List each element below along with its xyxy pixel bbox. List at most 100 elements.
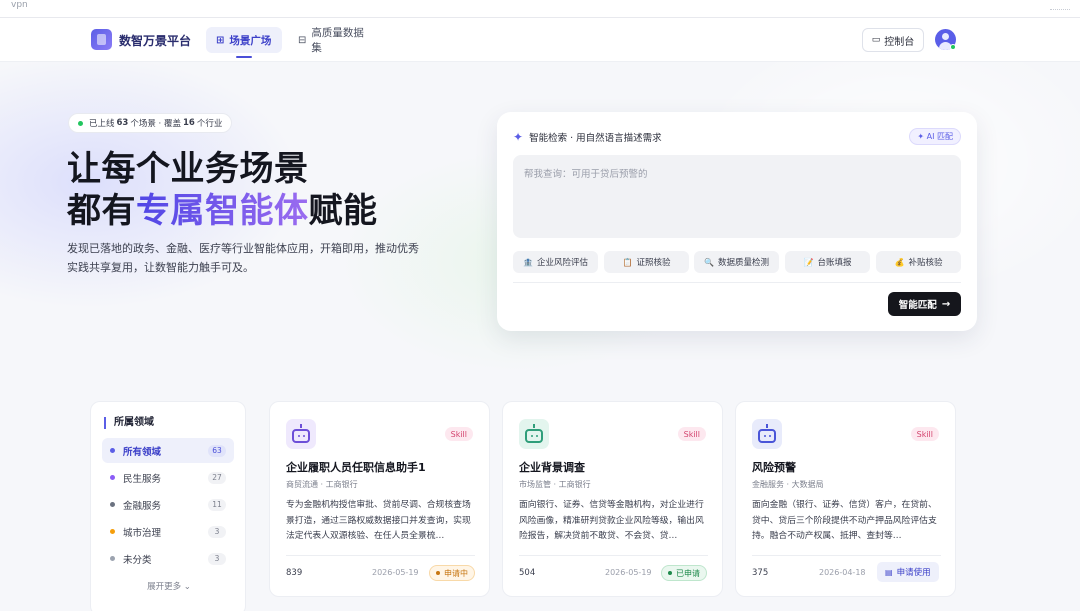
stat-scene-count: 63 bbox=[116, 118, 129, 128]
card-meta: 金融服务 · 大数据局 bbox=[752, 480, 824, 489]
domain-filter-sidebar: 所属领域 所有领域 63 民生服务 27 金融服务 11 城市治理 3 未分类 … bbox=[90, 401, 246, 611]
smart-match-button[interactable]: 智能匹配 → bbox=[888, 292, 961, 316]
card-description: 面向银行、证券、信贷等金融机构，对企业进行风险画像，精准研判贷款企业风险等级，输… bbox=[519, 500, 704, 541]
sidebar-item-all-domains[interactable]: 所有领域 63 bbox=[102, 438, 234, 463]
domain-dot-icon bbox=[110, 529, 115, 534]
chip-label: 补贴核验 bbox=[908, 258, 943, 268]
robot-icon bbox=[286, 419, 316, 449]
card-title[interactable]: 企业背景调查 bbox=[519, 459, 585, 475]
card-description: 专为金融机构授信审批、贷前尽调、合规核查场景打造，通过三路权威数据接口并发查询，… bbox=[286, 500, 471, 541]
card-date: 2026-05-19 bbox=[605, 568, 652, 577]
title-accent: 专属智能体 bbox=[136, 191, 309, 231]
smart-search-card: ✦ 智能检索 · 用自然语言描述需求 ✦ AI 匹配 🏦 企业风险评估 📋 证照… bbox=[497, 112, 977, 331]
card-description: 面向金融（银行、证券、信贷）客户，在贷前、贷中、贷后三个阶段提供不动产押品风险评… bbox=[752, 500, 937, 541]
grid-icon: ⊞ bbox=[216, 34, 225, 46]
sidebar-item-label: 未分类 bbox=[123, 554, 152, 566]
stats-pill: 已上线 63 个场景 · 覆盖 16 个行业 bbox=[68, 113, 233, 133]
sidebar-item-label: 城市治理 bbox=[123, 527, 162, 539]
domain-dot-icon bbox=[110, 475, 115, 480]
chip-label: 台账填报 bbox=[817, 258, 852, 268]
active-tab-indicator bbox=[236, 56, 252, 58]
status-badge: 申请中 bbox=[429, 565, 475, 581]
chip-subsidy-check[interactable]: 💰 补贴核验 bbox=[876, 251, 961, 273]
tab-label: 场景广场 bbox=[229, 34, 272, 47]
search-divider bbox=[513, 282, 961, 283]
query-input[interactable] bbox=[513, 155, 961, 238]
search-heading-text: 智能检索 · 用自然语言描述需求 bbox=[529, 133, 662, 144]
status-label: 已申请 bbox=[676, 568, 700, 578]
hero-description: 发现已落地的政务、金融、医疗等行业智能体应用，开箱即用，推动优秀实践共享复用，让… bbox=[67, 242, 419, 274]
count-badge: 11 bbox=[208, 498, 226, 511]
stat-mid: 个场景 · 覆盖 bbox=[130, 119, 181, 129]
skill-tag: Skill bbox=[677, 427, 706, 441]
arrow-right-icon: → bbox=[941, 298, 951, 310]
brand-logo-icon[interactable] bbox=[91, 29, 112, 50]
count-badge: 3 bbox=[208, 552, 226, 565]
chip-license-check[interactable]: 📋 证照核验 bbox=[604, 251, 689, 273]
memo-icon: 📝 bbox=[803, 257, 814, 267]
sidebar-item-label: 金融服务 bbox=[123, 500, 162, 512]
chip-data-quality[interactable]: 🔍 数据质量检测 bbox=[694, 251, 779, 273]
hero-title-line2: 都有专属智能体赋能 bbox=[67, 190, 378, 232]
domain-dot-icon bbox=[110, 502, 115, 507]
status-label: 申请中 bbox=[444, 568, 468, 578]
tab-scene-plaza[interactable]: ⊞ 场景广场 bbox=[206, 27, 282, 53]
apply-label: 申请使用 bbox=[896, 568, 931, 578]
skill-tag: Skill bbox=[910, 427, 939, 441]
tab-quality-datasets[interactable]: ⊟ 高质量数据集 bbox=[288, 27, 384, 54]
card-title[interactable]: 企业履职人员任职信息助手1 bbox=[286, 459, 426, 475]
sidebar-item-label: 所有领域 bbox=[123, 446, 162, 458]
sidebar-item-uncategorized[interactable]: 未分类 3 bbox=[102, 546, 234, 571]
monitor-icon: ▭ bbox=[871, 35, 881, 45]
live-dot-icon bbox=[78, 120, 83, 126]
search-heading: ✦ 智能检索 · 用自然语言描述需求 bbox=[513, 130, 662, 144]
scenario-card[interactable]: Skill 风险预警 金融服务 · 大数据局 面向金融（银行、证券、信贷）客户，… bbox=[735, 401, 956, 597]
expand-more-link[interactable]: 展开更多 ⌄ bbox=[91, 580, 247, 592]
brand-name[interactable]: 数智万景平台 bbox=[119, 32, 191, 49]
top-navbar: 数智万景平台 ⊞ 场景广场 ⊟ 高质量数据集 ▭ 控制台 bbox=[0, 18, 1080, 62]
ai-match-badge: ✦ AI 匹配 bbox=[909, 128, 961, 145]
status-dot-icon bbox=[436, 571, 440, 575]
robot-icon bbox=[519, 419, 549, 449]
domain-dot-icon bbox=[110, 556, 115, 561]
title-pre: 都有 bbox=[67, 191, 136, 231]
clipboard-icon: 📋 bbox=[622, 257, 633, 267]
chip-ledger-filling[interactable]: 📝 台账填报 bbox=[785, 251, 870, 273]
money-bag-icon: 💰 bbox=[894, 257, 905, 267]
stat-prefix: 已上线 bbox=[89, 119, 115, 129]
stat-suffix: 个行业 bbox=[196, 119, 223, 129]
count-badge: 3 bbox=[208, 525, 226, 538]
status-badge: 已申请 bbox=[661, 565, 707, 581]
browser-address-strip: vpn bbox=[0, 0, 1080, 18]
card-title[interactable]: 风险预警 bbox=[752, 459, 796, 475]
count-badge: 63 bbox=[208, 444, 226, 457]
sidebar-title: 所属领域 bbox=[104, 417, 154, 429]
apply-use-button[interactable]: ▤ 申请使用 bbox=[877, 562, 939, 582]
sparkle-icon: ✦ bbox=[513, 130, 524, 144]
document-icon: ▤ bbox=[885, 567, 893, 577]
console-button[interactable]: ▭ 控制台 bbox=[862, 28, 924, 52]
sidebar-item-city-governance[interactable]: 城市治理 3 bbox=[102, 519, 234, 544]
card-date: 2026-05-19 bbox=[372, 568, 419, 577]
hero-title-line1: 让每个业务场景 bbox=[67, 149, 309, 189]
view-count: 839 bbox=[286, 568, 303, 578]
chip-enterprise-risk[interactable]: 🏦 企业风险评估 bbox=[513, 251, 598, 273]
sidebar-item-livelihood[interactable]: 民生服务 27 bbox=[102, 465, 234, 490]
scenario-card[interactable]: Skill 企业背景调查 市场监管 · 工商银行 面向银行、证券、信贷等金融机构… bbox=[502, 401, 723, 597]
hero-title: 让每个业务场景 都有专属智能体赋能 bbox=[67, 148, 378, 232]
card-meta: 商贸流通 · 工商银行 bbox=[286, 480, 358, 489]
view-count: 504 bbox=[519, 568, 536, 578]
chip-label: 数据质量检测 bbox=[717, 258, 769, 268]
status-dot-icon bbox=[668, 571, 672, 575]
scenario-card[interactable]: Skill 企业履职人员任职信息助手1 商贸流通 · 工商银行 专为金融机构授信… bbox=[269, 401, 490, 597]
sidebar-item-finance[interactable]: 金融服务 11 bbox=[102, 492, 234, 517]
domain-dot-icon bbox=[110, 448, 115, 453]
title-post: 赋能 bbox=[308, 191, 378, 231]
view-count: 375 bbox=[752, 568, 769, 578]
stat-industry-count: 16 bbox=[182, 118, 195, 128]
card-divider bbox=[752, 555, 941, 556]
database-icon: ⊟ bbox=[298, 34, 307, 46]
chip-label: 证照核验 bbox=[636, 258, 671, 268]
robot-icon bbox=[752, 419, 782, 449]
chip-label: 企业风险评估 bbox=[536, 258, 588, 268]
